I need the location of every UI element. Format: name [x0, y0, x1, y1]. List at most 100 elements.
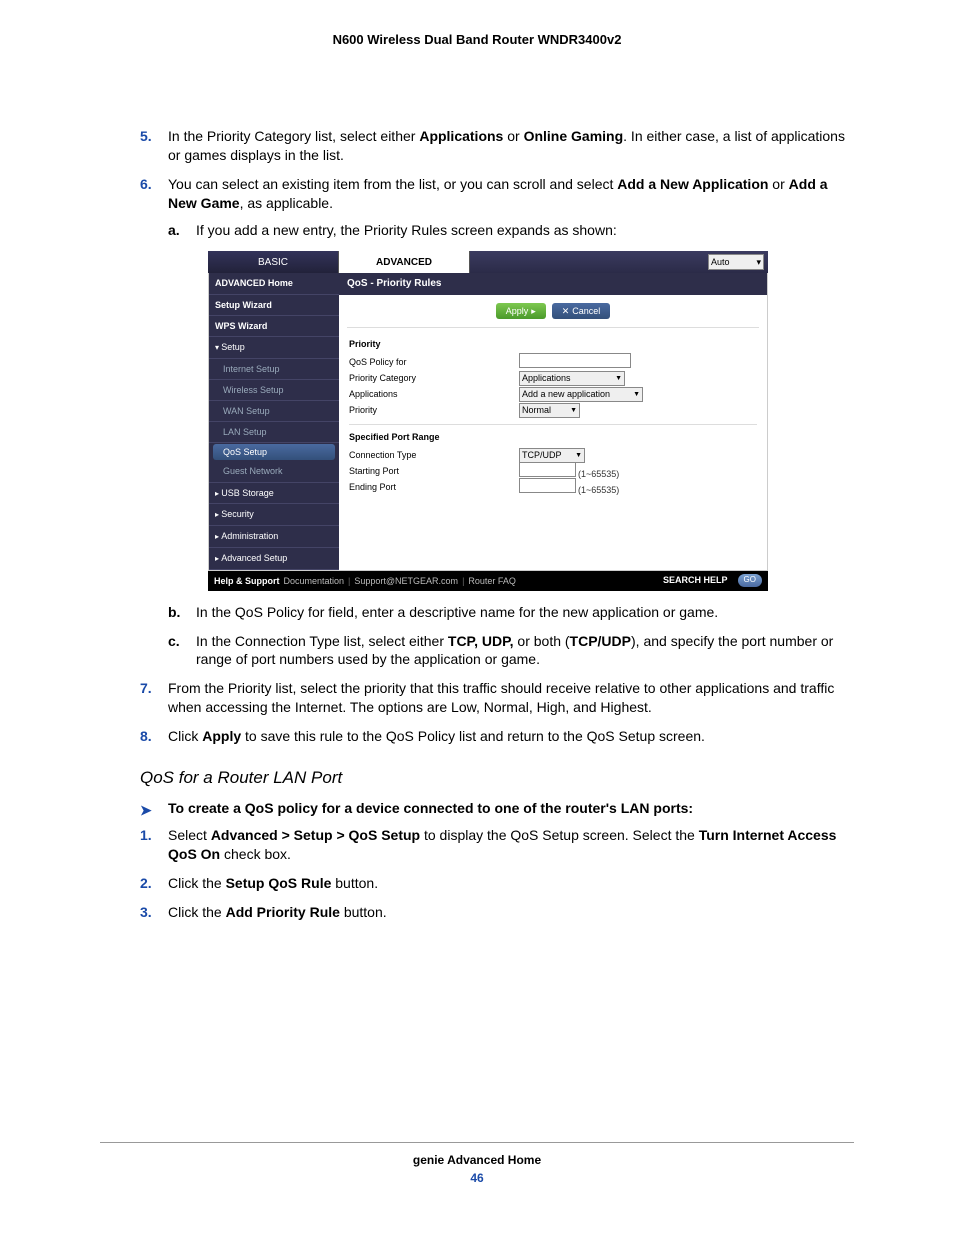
applications-select[interactable]: Add a new application ▼: [519, 387, 643, 402]
subsection-heading: QoS for a Router LAN Port: [140, 768, 854, 788]
label-qos-policy-for: QoS Policy for: [349, 356, 519, 368]
specified-port-range-heading: Specified Port Range: [349, 431, 757, 443]
ending-port-input[interactable]: [519, 478, 576, 493]
text: or: [768, 176, 788, 192]
text: In the Connection Type list, select eith…: [196, 633, 448, 649]
tab-basic[interactable]: BASIC: [208, 251, 339, 273]
step-b3: 3. Click the Add Priority Rule button.: [140, 903, 854, 922]
text-bold: Apply: [202, 728, 241, 744]
text: to save this rule to the QoS Policy list…: [241, 728, 705, 744]
substep-b: b. In the QoS Policy for field, enter a …: [168, 603, 854, 622]
substep-c: c. In the Connection Type list, select e…: [168, 632, 854, 670]
label-starting-port: Starting Port: [349, 465, 519, 477]
router-faq-link[interactable]: Router FAQ: [468, 575, 516, 587]
label-applications: Applications: [349, 388, 519, 400]
sidebar-item-wps-wizard[interactable]: WPS Wizard: [209, 316, 339, 337]
play-icon: ▸: [531, 305, 536, 317]
text-bold: TCP/UDP: [570, 633, 631, 649]
chevron-down-icon: ▾: [756, 256, 761, 268]
tab-advanced[interactable]: ADVANCED: [339, 251, 470, 273]
sidebar-item-wan-setup[interactable]: WAN Setup: [209, 401, 339, 422]
documentation-link[interactable]: Documentation: [284, 575, 345, 587]
qos-policy-for-input[interactable]: [519, 353, 631, 368]
page-header-title: N600 Wireless Dual Band Router WNDR3400v…: [100, 32, 854, 47]
step-marker: 3.: [140, 903, 152, 922]
text-bold: TCP, UDP,: [448, 633, 514, 649]
text: Click: [168, 728, 202, 744]
step-b2: 2. Click the Setup QoS Rule button.: [140, 874, 854, 893]
sidebar-item-advanced-setup[interactable]: Advanced Setup: [209, 548, 339, 570]
select-value: TCP/UDP: [522, 449, 562, 461]
help-support-label: Help & Support: [214, 575, 280, 587]
embedded-screenshot: BASIC ADVANCED Auto ▾ ADVANCED Home S: [208, 251, 768, 590]
substep-marker: b.: [168, 603, 180, 622]
sidebar-item-setup-wizard[interactable]: Setup Wizard: [209, 295, 339, 316]
text: check box.: [220, 846, 291, 862]
label-ending-port: Ending Port: [349, 481, 519, 493]
select-value: Normal: [522, 404, 551, 416]
sidebar-item-security[interactable]: Security: [209, 504, 339, 526]
label-priority: Priority: [349, 404, 519, 416]
sidebar-item-guest-network[interactable]: Guest Network: [209, 461, 339, 482]
text: You can select an existing item from the…: [168, 176, 617, 192]
support-email-link[interactable]: Support@NETGEAR.com: [354, 575, 458, 587]
sidebar-item-administration[interactable]: Administration: [209, 526, 339, 548]
step-6: 6. You can select an existing item from …: [140, 175, 854, 670]
text-bold: Add a New Application: [617, 176, 768, 192]
priority-category-select[interactable]: Applications ▼: [519, 371, 625, 386]
text: or both (: [514, 633, 570, 649]
sidebar-item-lan-setup[interactable]: LAN Setup: [209, 422, 339, 443]
step-marker: 5.: [140, 127, 152, 146]
text: or: [503, 128, 523, 144]
text-bold: Advanced > Setup > QoS Setup: [211, 827, 420, 843]
text: If you add a new entry, the Priority Rul…: [196, 222, 617, 238]
substep-marker: a.: [168, 221, 180, 240]
footer-section-name: genie Advanced Home: [100, 1153, 854, 1167]
step-8: 8. Click Apply to save this rule to the …: [140, 727, 854, 746]
text: In the QoS Policy for field, enter a des…: [196, 604, 718, 620]
step-marker: 8.: [140, 727, 152, 746]
text: From the Priority list, select the prior…: [168, 680, 834, 715]
chevron-down-icon: ▼: [633, 390, 640, 399]
step-marker: 6.: [140, 175, 152, 194]
priority-select[interactable]: Normal▼: [519, 403, 580, 418]
apply-button[interactable]: Apply▸: [496, 303, 546, 319]
chevron-down-icon: ▼: [575, 451, 582, 460]
button-label: Cancel: [572, 305, 600, 317]
sidebar-item-advanced-home[interactable]: ADVANCED Home: [209, 273, 339, 294]
separator: |: [348, 575, 350, 587]
sidebar-item-qos-setup[interactable]: QoS Setup: [213, 444, 335, 460]
starting-port-input[interactable]: [519, 462, 576, 477]
go-button[interactable]: GO: [738, 574, 762, 587]
label-connection-type: Connection Type: [349, 449, 519, 461]
text: , as applicable.: [240, 195, 333, 211]
substep-a: a. If you add a new entry, the Priority …: [168, 221, 854, 240]
select-value: Auto: [711, 256, 730, 268]
label-priority-category: Priority Category: [349, 372, 519, 384]
select-value: Applications: [522, 372, 571, 384]
text: button.: [340, 904, 387, 920]
step-marker: 7.: [140, 679, 152, 698]
button-label: Apply: [506, 305, 529, 317]
sidebar-item-usb-storage[interactable]: USB Storage: [209, 483, 339, 505]
language-select[interactable]: Auto ▾: [708, 254, 764, 270]
connection-type-select[interactable]: TCP/UDP ▼: [519, 448, 585, 463]
sidebar-item-internet-setup[interactable]: Internet Setup: [209, 359, 339, 380]
substep-marker: c.: [168, 632, 180, 651]
text: Click the: [168, 904, 226, 920]
sidebar-item-setup[interactable]: Setup: [209, 337, 339, 359]
step-marker: 1.: [140, 826, 152, 845]
separator: |: [462, 575, 464, 587]
text: Select: [168, 827, 211, 843]
text: In the Priority Category list, select ei…: [168, 128, 419, 144]
sidebar-item-wireless-setup[interactable]: Wireless Setup: [209, 380, 339, 401]
step-b1: 1. Select Advanced > Setup > QoS Setup t…: [140, 826, 854, 864]
cancel-button[interactable]: ✕Cancel: [552, 303, 611, 319]
text: to display the QoS Setup screen. Select …: [420, 827, 699, 843]
text-bold: Applications: [419, 128, 503, 144]
chevron-down-icon: ▼: [615, 374, 622, 383]
port-range-hint: (1~65535): [578, 485, 619, 495]
text-bold: Setup QoS Rule: [226, 875, 332, 891]
select-value: Add a new application: [522, 388, 610, 400]
close-icon: ✕: [562, 305, 570, 317]
